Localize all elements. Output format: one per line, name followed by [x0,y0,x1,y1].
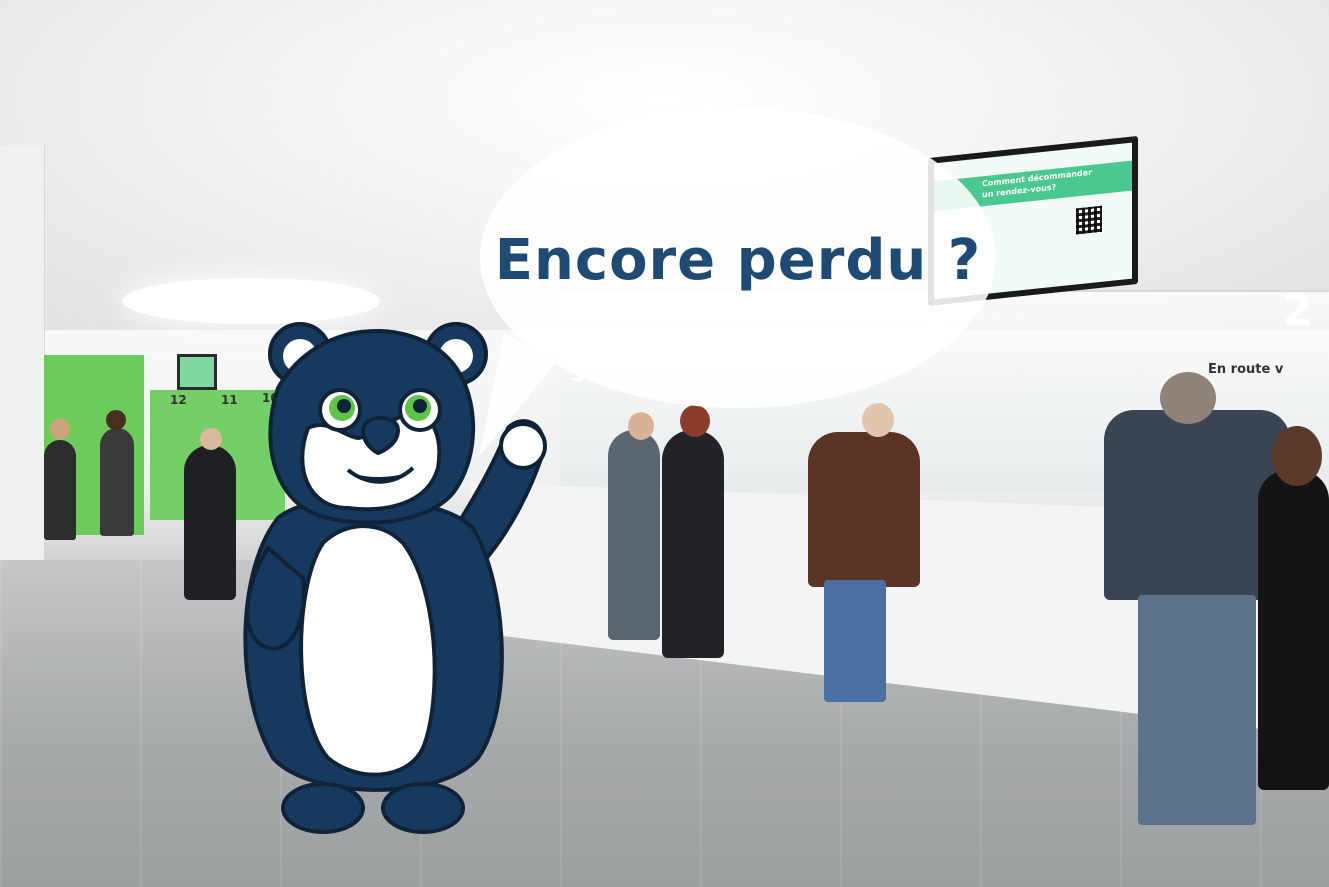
person-head [200,428,222,450]
person [662,430,724,658]
bear-left-foot [281,782,365,834]
photo-scene: Comment décommander un rendez-vous? 12 1… [0,0,1329,887]
person-legs [824,580,886,702]
bear-belly [299,524,437,777]
person [44,440,76,540]
person [1258,470,1329,790]
person-head [106,410,126,430]
person-head [1160,372,1216,424]
small-info-screen [177,354,217,390]
person-legs [1138,595,1256,825]
person-head [50,418,70,440]
person-head [628,412,654,440]
wicket-number: 11 [221,393,238,407]
person [100,428,134,536]
person [808,432,920,587]
counter-sign: En route v [1208,362,1284,377]
bear-paw [499,422,547,470]
wicket-number: 12 [170,393,187,407]
person-head [680,405,710,437]
qr-code-icon [1076,205,1102,235]
bear-mascot [243,322,547,834]
person-head [1272,426,1322,486]
person [608,430,660,640]
wicket-number: 2 [1282,285,1313,336]
speech-bubble-text: Encore perdu ? [494,228,982,293]
bear-right-foot [381,782,465,834]
person-head [862,403,894,437]
person [184,445,236,600]
